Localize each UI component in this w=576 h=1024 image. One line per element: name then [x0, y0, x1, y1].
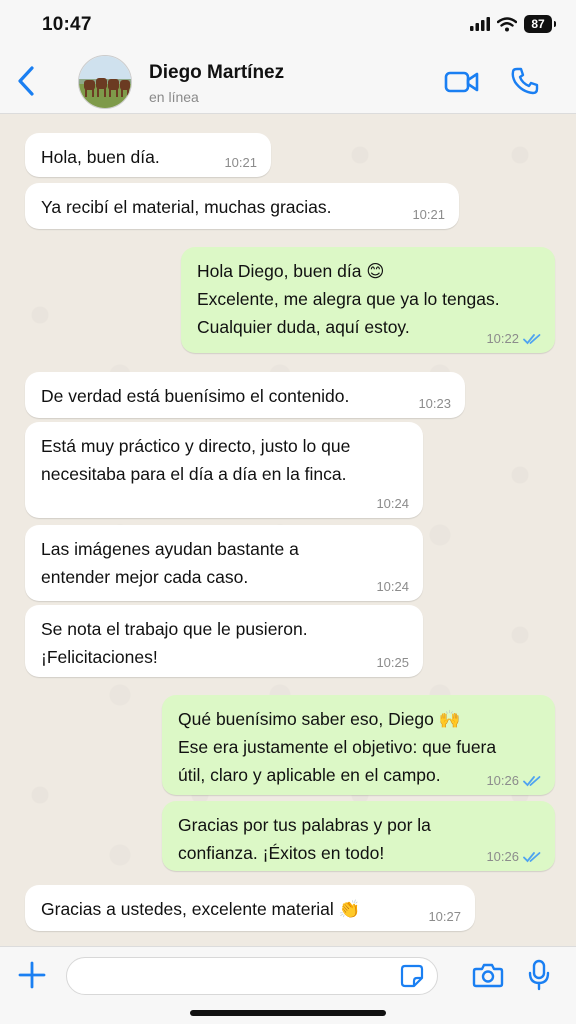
message-bubble-outgoing[interactable]: Qué buenísimo saber eso, Diego 🙌 Ese era… [162, 695, 555, 795]
chat-area[interactable]: Hola, buen día. 10:21 Ya recibí el mater… [0, 115, 576, 946]
message-time: 10:25 [376, 655, 409, 670]
message-bubble-outgoing[interactable]: Hola Diego, buen día 😊 Excelente, me ale… [181, 247, 555, 353]
video-call-button[interactable] [444, 68, 480, 96]
contact-name[interactable]: Diego Martínez [149, 62, 284, 84]
contact-status: en línea [149, 89, 199, 105]
chat-header: Diego Martínez en línea [0, 50, 576, 114]
attach-button[interactable] [16, 959, 48, 991]
message-text: Qué buenísimo saber eso, Diego 🙌 [178, 709, 461, 729]
wifi-icon [497, 16, 517, 31]
status-time: 10:47 [42, 14, 92, 35]
message-bubble-incoming[interactable]: Se nota el trabajo que le pusieron. ¡Fel… [25, 605, 423, 677]
back-button[interactable] [12, 64, 40, 98]
message-text: ¡Felicitaciones! [41, 647, 158, 667]
microphone-icon [528, 959, 550, 991]
message-time: 10:23 [418, 396, 451, 411]
plus-icon [18, 961, 46, 989]
message-bubble-incoming[interactable]: Gracias a ustedes, excelente material 👏 … [25, 885, 475, 931]
message-text: Gracias a ustedes, excelente material 👏 [41, 899, 361, 919]
status-icons: 87 [470, 15, 556, 33]
camera-button[interactable] [472, 961, 504, 989]
message-text: útil, claro y aplicable en el campo. [178, 765, 441, 785]
battery-indicator: 87 [524, 15, 556, 33]
microphone-button[interactable] [528, 959, 550, 991]
message-bubble-outgoing[interactable]: Gracias por tus palabras y por la confia… [162, 801, 555, 871]
camera-icon [472, 963, 504, 988]
sticker-icon [400, 964, 424, 988]
message-time: 10:24 [376, 496, 409, 511]
message-time: 10:26 [486, 773, 519, 788]
double-check-icon [523, 852, 541, 863]
double-check-icon [523, 334, 541, 345]
message-time: 10:26 [486, 849, 519, 864]
message-text: entender mejor cada caso. [41, 567, 249, 587]
message-time: 10:21 [224, 155, 257, 170]
message-bubble-incoming[interactable]: Ya recibí el material, muchas gracias. 1… [25, 183, 459, 229]
phone-icon [511, 67, 539, 95]
message-text: Se nota el trabajo que le pusieron. [41, 619, 308, 639]
message-meta: 10:22 [486, 331, 541, 347]
signal-icon [470, 17, 490, 31]
message-bubble-incoming[interactable]: Las imágenes ayudan bastante a entender … [25, 525, 423, 601]
message-bubble-incoming[interactable]: De verdad está buenísimo el contenido. 1… [25, 372, 465, 418]
message-time: 10:27 [428, 909, 461, 924]
message-bubble-incoming[interactable]: Hola, buen día. 10:21 [25, 133, 271, 177]
message-time: 10:21 [412, 207, 445, 222]
message-text: confianza. ¡Éxitos en todo! [178, 843, 385, 863]
chevron-left-icon [18, 66, 34, 96]
message-text: Está muy práctico y directo, justo lo qu… [41, 436, 351, 456]
message-text: De verdad está buenísimo el contenido. [41, 386, 350, 406]
message-text: Ese era justamente el objetivo: que fuer… [178, 737, 497, 757]
message-time: 10:22 [486, 331, 519, 346]
sticker-button[interactable] [400, 964, 424, 988]
message-input[interactable] [66, 957, 438, 995]
message-meta: 10:26 [486, 849, 541, 865]
message-text: Excelente, me alegra que ya lo tengas. [197, 289, 500, 309]
avatar[interactable] [78, 55, 132, 109]
message-bubble-incoming[interactable]: Está muy práctico y directo, justo lo qu… [25, 422, 423, 518]
status-bar: 10:47 87 [0, 0, 576, 50]
avatar-cattle-image [79, 56, 131, 108]
message-text: Ya recibí el material, muchas gracias. [41, 197, 332, 217]
message-text: necesitaba para el día a día en la finca… [41, 464, 347, 484]
message-text: Hola, buen día. [41, 147, 160, 167]
home-indicator[interactable] [190, 1010, 386, 1016]
message-text: Gracias por tus palabras y por la [178, 815, 431, 835]
video-camera-icon [444, 71, 479, 93]
message-meta: 10:26 [486, 773, 541, 789]
message-time: 10:24 [376, 579, 409, 594]
voice-call-button[interactable] [510, 66, 540, 96]
message-text: Hola Diego, buen día 😊 [197, 261, 385, 281]
double-check-icon [523, 776, 541, 787]
message-text: Las imágenes ayudan bastante a [41, 539, 299, 559]
